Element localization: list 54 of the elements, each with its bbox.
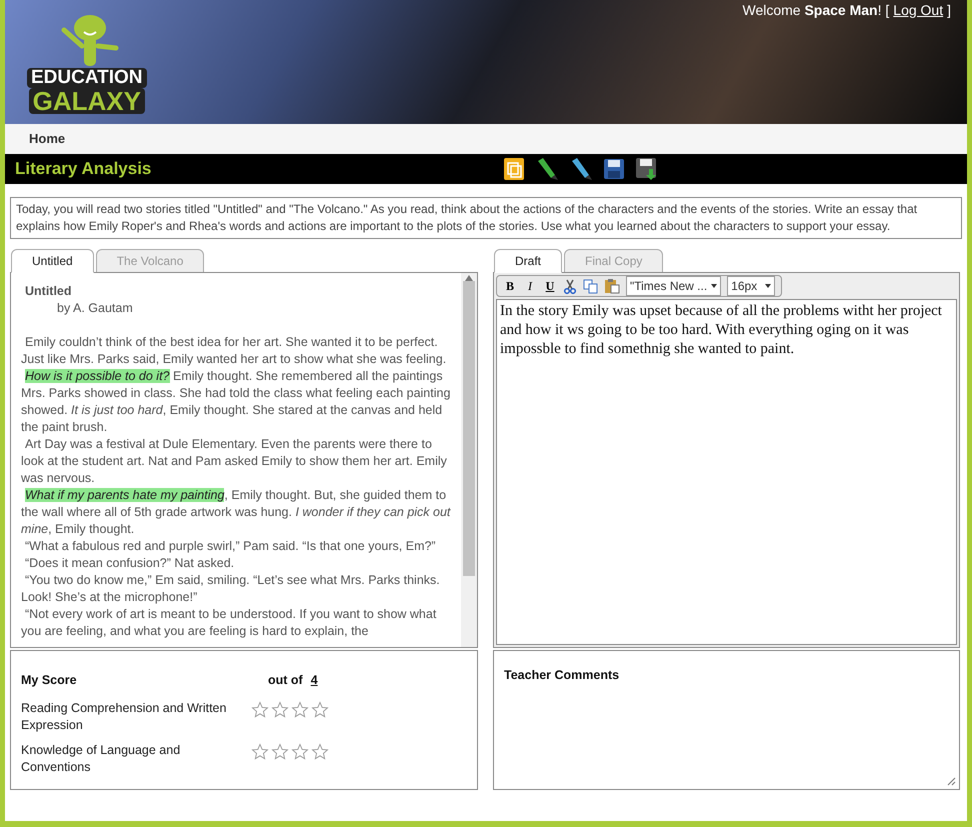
bold-button[interactable]: B [503, 277, 517, 295]
copy-pages-icon[interactable] [503, 157, 525, 181]
save-download-icon[interactable] [635, 157, 659, 181]
star-rating[interactable] [251, 742, 329, 761]
comments-title: Teacher Comments [504, 668, 620, 682]
star-icon[interactable] [311, 742, 329, 761]
star-icon[interactable] [271, 700, 289, 719]
score-criterion: Knowledge of Language and Conventions [21, 742, 182, 776]
dropdown-caret-icon [765, 284, 772, 288]
tab[interactable]: Draft [494, 249, 562, 273]
star-rating[interactable] [251, 700, 329, 719]
scrollbar[interactable] [461, 273, 477, 647]
save-icon[interactable] [603, 158, 625, 180]
story-paragraph: How is it possible to do it? Emily thought. She remembered all the paintings Mrs. Parks showed in class. She had told the class what feeling each painting showed. It is just too hard, Emily thought. She stared at the canvas and held the paint brush. [21, 368, 452, 436]
resize-handle-icon[interactable] [947, 777, 956, 786]
star-icon[interactable] [271, 742, 289, 761]
star-icon[interactable] [251, 700, 269, 719]
story-paragraph: “Does it mean confusion?” Nat asked. [24, 555, 236, 572]
nav-link[interactable]: Home [25, 129, 70, 149]
tab[interactable]: Untitled [11, 249, 94, 273]
bracket-text: ] [947, 1, 951, 20]
font-size-select[interactable]: 16px [727, 276, 776, 296]
teacher-comments-box[interactable]: Teacher Comments [493, 650, 960, 790]
page-title: Literary Analysis [15, 158, 152, 180]
story-paragraph: Emily couldn’t think of the best idea for her art. She wanted it to be perfect. Just like Mrs. Parks said, Emily wanted her art to show what she was feeling. [21, 334, 448, 368]
welcome-text: Welcome Space Man! [ [742, 1, 890, 20]
essay-text-area[interactable]: In the story Emily was upset because of all the problems witht her project and how it ws going to be too hard. With everything oging on it was impossble to find somethnig she wanted to paint. [496, 299, 957, 645]
out-of-label: out of [268, 672, 303, 689]
star-icon[interactable] [311, 700, 329, 719]
underline-button[interactable]: U [543, 277, 557, 295]
story-paragraph: “Not every work of art is meant to be understood. If you want to show what you are feeling, and what you are feeling is hard to explain, the [21, 606, 438, 640]
cut-icon[interactable] [563, 278, 577, 294]
story-paragraph: “You two do know me,” Em said, smiling. “Let’s see what Mrs. Parks thinks. Look! She’s at the microphone!” [21, 572, 441, 606]
story-title: Untitled [24, 283, 73, 300]
logo-text: EDUCATION [27, 68, 147, 88]
logout-link[interactable]: Log Out [893, 0, 944, 21]
star-icon[interactable] [291, 700, 309, 719]
score-title: My Score [21, 672, 78, 689]
star-icon[interactable] [251, 742, 269, 761]
marker-icon[interactable] [535, 157, 559, 181]
score-criterion: Reading Comprehension and Written Expression [21, 700, 228, 734]
story-byline: by A. Gautam [56, 300, 134, 317]
logo-text: GALAXY [28, 88, 145, 114]
instructions-text: Today, you will read two stories titled "Untitled" and "The Volcano." As you read, think about the actions of the characters and the events of the stories. Write an essay that explains how Emily Roper's and Rhea's words and actions are important to the plots of the stories. Use what you learned about the characters to support your essay. [10, 197, 962, 239]
font-family-select[interactable]: "Times New ... [626, 276, 722, 296]
out-of-value: 4 [310, 672, 318, 689]
copy-icon[interactable] [583, 278, 598, 294]
italic-button[interactable]: I [523, 277, 537, 295]
paste-icon[interactable] [604, 278, 620, 294]
dropdown-caret-icon [711, 284, 718, 288]
story-paragraph: Art Day was a festival at Dule Elementary. Even the parents were there to look at the student art. Nat and Pam asked Emily to show them her art. Emily was nervous. [21, 436, 448, 487]
star-icon[interactable] [291, 742, 309, 761]
story-paragraph: “What a fabulous red and purple swirl,” Pam said. “Is that one yours, Em?” [24, 538, 437, 555]
marker-icon[interactable] [569, 157, 593, 181]
